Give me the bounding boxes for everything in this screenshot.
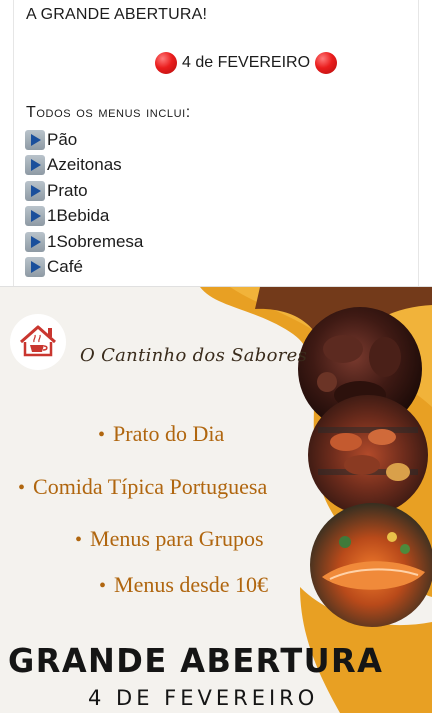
menu-item-label: Azeitonas xyxy=(47,155,122,175)
menu-item-label: Prato xyxy=(47,180,88,200)
red-circle-icon xyxy=(315,52,338,74)
post-left-border xyxy=(13,0,14,287)
red-circle-icon xyxy=(155,52,177,74)
flyer-bullet: • Menus desde 10€ xyxy=(99,572,268,597)
flyer-bullet: • Prato do Dia xyxy=(98,421,225,446)
bullet-text: Menus desde 10€ xyxy=(114,572,268,597)
flyer-image[interactable]: O Cantinho dos Sabores • Prato do Dia • Co… xyxy=(0,287,432,713)
flyer-sub-title: 4 DE FEVEREIRO xyxy=(88,686,319,710)
menu-list-item: Azeitonas xyxy=(25,153,143,179)
menu-items-list: Pão Azeitonas Prato 1Bebida 1Sobremesa C… xyxy=(25,127,143,280)
menu-item-label: Café xyxy=(47,257,83,277)
menu-list-item: Café xyxy=(25,255,143,281)
flyer-bullet: • Menus para Grupos xyxy=(75,526,264,551)
bullet-text: Comida Típica Portuguesa xyxy=(33,474,268,499)
play-button-icon xyxy=(25,257,45,278)
post-headline: A GRANDE ABERTURA! xyxy=(26,6,208,23)
play-button-icon xyxy=(25,180,45,201)
menus-title: Todos os menus inclui: xyxy=(26,104,191,121)
flyer-bullet: • Comida Típica Portuguesa xyxy=(18,474,268,499)
menu-item-label: 1Bebida xyxy=(47,206,110,226)
post-text-area: A GRANDE ABERTURA! 4 de FEVEREIRO Todos … xyxy=(0,0,432,287)
menu-list-item: Pão xyxy=(25,127,143,153)
post-date-text: 4 de FEVEREIRO xyxy=(182,54,311,71)
play-button-icon xyxy=(25,231,45,252)
menu-list-item: Prato xyxy=(25,178,143,204)
post-date-line: 4 de FEVEREIRO xyxy=(155,52,338,74)
bullet-text: Menus para Grupos xyxy=(90,526,264,551)
menu-item-label: Pão xyxy=(47,129,78,149)
bullet-text: Prato do Dia xyxy=(113,421,225,446)
play-button-icon xyxy=(25,129,45,150)
flyer-big-title: GRANDE ABERTURA xyxy=(8,641,384,680)
menu-list-item: 1Sobremesa xyxy=(25,229,143,255)
menu-item-label: 1Sobremesa xyxy=(47,231,144,251)
restaurant-logo-icon xyxy=(10,314,66,370)
brand-name: O Cantinho dos Sabores xyxy=(80,345,308,366)
menu-list-item: 1Bebida xyxy=(25,204,143,230)
play-button-icon xyxy=(25,206,45,227)
play-button-icon xyxy=(25,155,45,176)
post-right-border xyxy=(418,0,419,287)
